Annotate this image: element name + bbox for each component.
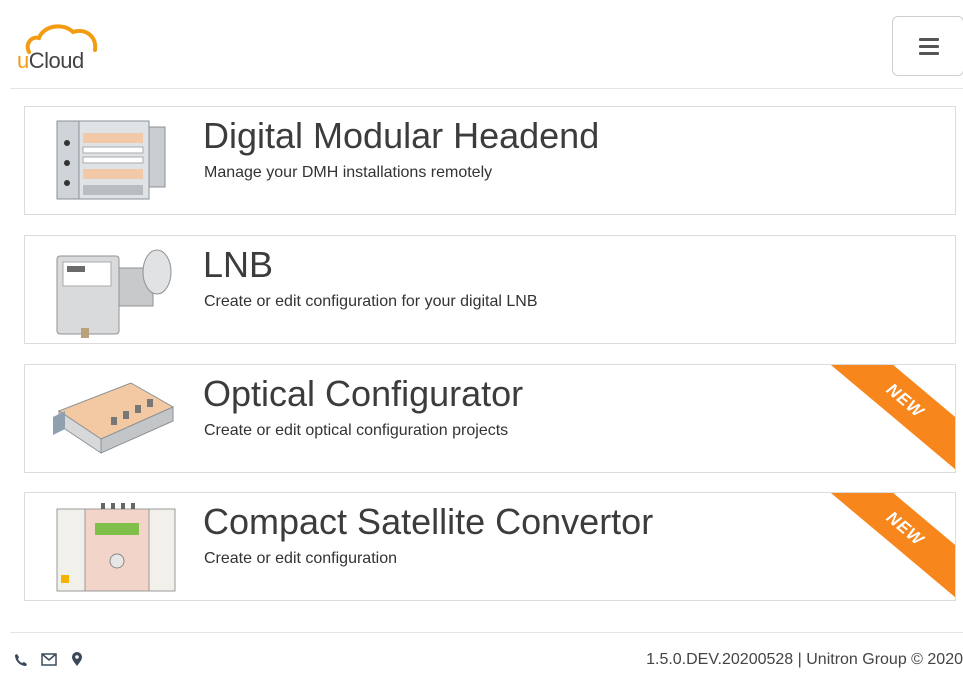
card-lnb[interactable]: LNB Create or edit configuration for you… — [24, 235, 956, 344]
new-badge-ribbon: NEW — [815, 365, 955, 472]
location-pin-icon[interactable] — [71, 652, 83, 667]
card-description: Manage your DMH installations remotely — [204, 164, 493, 181]
card-description: Create or edit configuration for your di… — [204, 293, 538, 310]
phone-icon[interactable] — [14, 653, 28, 667]
card-title: Compact Satellite Convertor — [203, 501, 654, 542]
card-digital-modular-headend[interactable]: Digital Modular Headend Manage your DMH … — [24, 106, 956, 215]
page-footer: 1.5.0.DEV.20200528 | Unitron Group © 202… — [10, 632, 963, 676]
logo-text: uCloud — [17, 48, 84, 73]
top-navbar: uCloud — [10, 8, 963, 89]
card-title: Optical Configurator — [203, 373, 524, 414]
menu-toggle-button[interactable] — [892, 16, 963, 76]
lnb-device-image — [51, 242, 179, 338]
hamburger-menu-icon — [919, 38, 939, 41]
mail-icon[interactable] — [41, 653, 58, 667]
card-optical-configurator[interactable]: Optical Configurator Create or edit opti… — [24, 364, 956, 473]
convertor-device-image — [51, 499, 179, 595]
card-description: Create or edit optical configuration pro… — [204, 422, 509, 439]
card-description: Create or edit configuration — [204, 550, 397, 567]
dmh-device-image — [51, 113, 179, 209]
ucloud-logo[interactable]: uCloud — [17, 22, 112, 78]
new-badge-ribbon: NEW — [815, 493, 955, 600]
optical-device-image — [51, 371, 179, 467]
footer-contact-icons — [14, 651, 92, 671]
card-compact-satellite-convertor[interactable]: Compact Satellite Convertor Create or ed… — [24, 492, 956, 601]
card-title: Digital Modular Headend — [203, 115, 600, 156]
card-title: LNB — [203, 244, 274, 285]
version-copyright-text: 1.5.0.DEV.20200528 | Unitron Group © 202… — [646, 651, 963, 668]
